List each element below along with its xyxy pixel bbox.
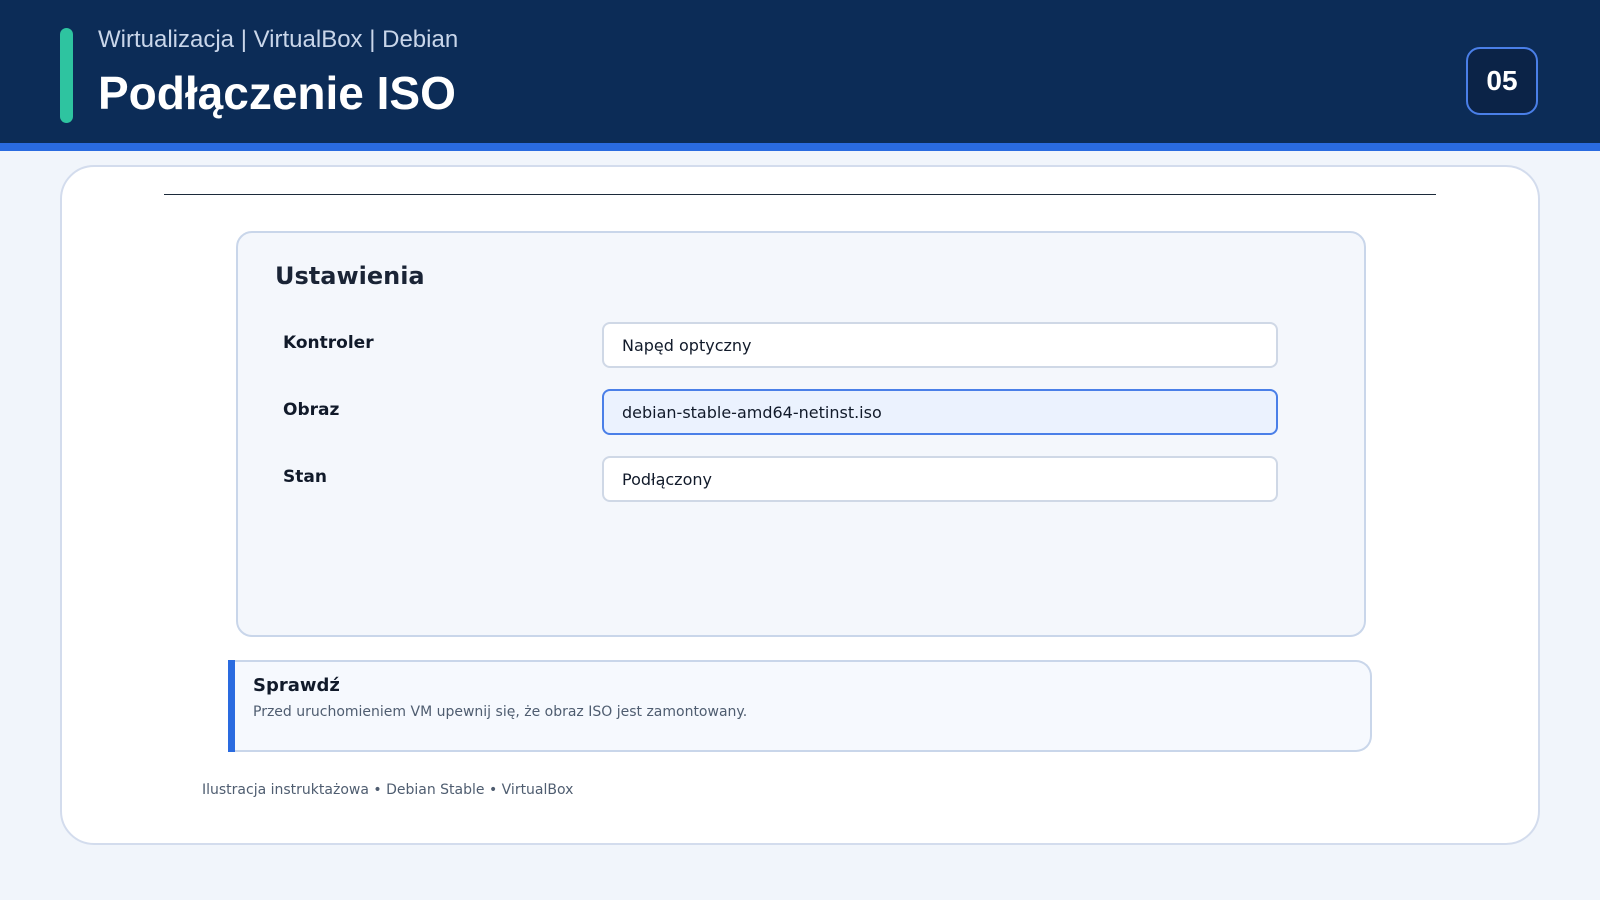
- footer-caption: Ilustracja instruktażowa • Debian Stable…: [202, 782, 574, 798]
- note-text: Przed uruchomieniem VM upewnij się, że o…: [253, 704, 748, 720]
- header-marker: [60, 28, 73, 123]
- header-accent-bar: [0, 143, 1600, 151]
- status-field[interactable]: Podłączony: [602, 456, 1278, 502]
- note-accent-bar: [228, 660, 235, 752]
- divider: [164, 194, 1436, 195]
- image-field[interactable]: debian-stable-amd64-netinst.iso: [602, 389, 1278, 435]
- page-title: Podłączenie ISO: [98, 67, 456, 119]
- note-title: Sprawdź: [253, 675, 340, 696]
- status-label: Stan: [283, 467, 327, 487]
- breadcrumb: Wirtualizacja | VirtualBox | Debian: [98, 26, 459, 53]
- controller-field[interactable]: Napęd optyczny: [602, 322, 1278, 368]
- image-label: Obraz: [283, 400, 340, 420]
- page-number-badge: 05: [1466, 47, 1538, 115]
- controller-label: Kontroler: [283, 333, 374, 353]
- settings-heading: Ustawienia: [275, 262, 425, 290]
